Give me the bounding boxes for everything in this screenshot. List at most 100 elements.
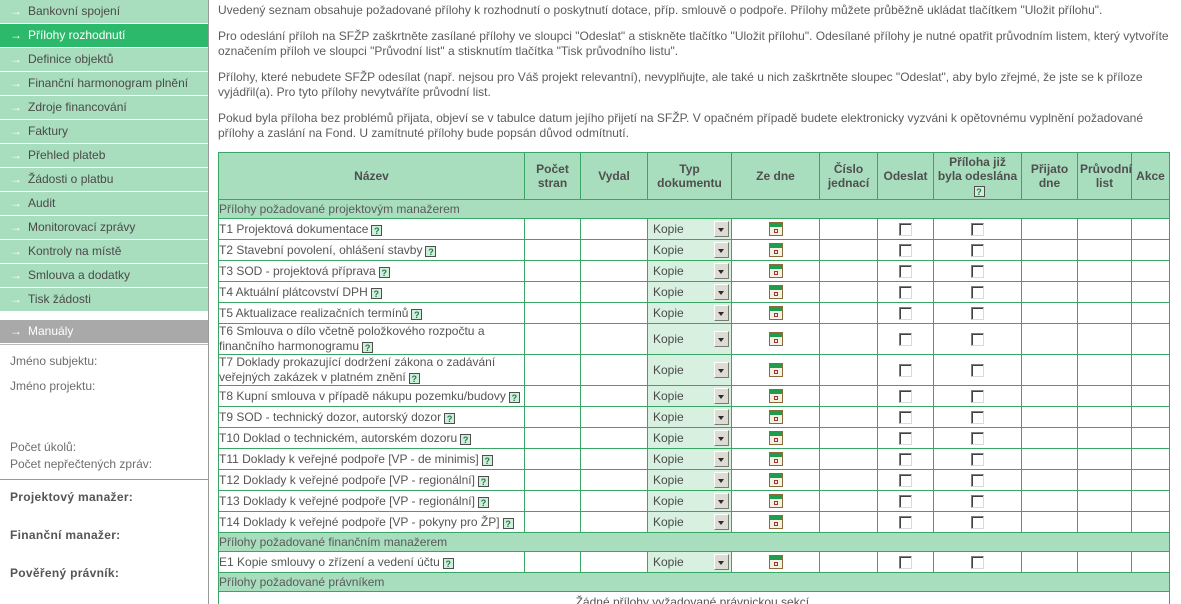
help-icon[interactable]: ? [370,287,382,299]
already-sent-checkbox[interactable] [971,364,984,378]
cell-cover-letter[interactable] [1077,354,1132,386]
cell-accepted-date[interactable] [1021,302,1078,324]
cell-accepted-date[interactable] [1021,281,1078,303]
calendar-icon[interactable] [768,473,783,488]
cell-cover-letter[interactable] [1077,281,1132,303]
cell-actions[interactable] [1131,354,1170,386]
cell-accepted-date[interactable] [1021,354,1078,386]
send-checkbox[interactable] [899,333,912,347]
send-checkbox[interactable] [899,223,912,237]
chevron-down-icon[interactable] [714,331,729,347]
cell-accepted-date[interactable] [1021,239,1078,261]
document-type-select[interactable]: Kopie [650,330,729,348]
already-sent-checkbox[interactable] [971,495,984,509]
cell-actions[interactable] [1131,469,1170,491]
cell-page-count[interactable] [524,218,581,240]
document-type-select[interactable]: Kopie [650,429,729,447]
cell-issuer[interactable] [580,323,648,355]
cell-page-count[interactable] [524,385,581,407]
cell-accepted-date[interactable] [1021,385,1078,407]
cell-reference-number[interactable] [819,406,878,428]
sidebar-item-audit[interactable]: → Audit [0,192,208,215]
sidebar-item-financni-harmonogram-plneni[interactable]: → Finanční harmonogram plnění [0,72,208,95]
cell-cover-letter[interactable] [1077,469,1132,491]
cell-cover-letter[interactable] [1077,302,1132,324]
document-type-select[interactable]: Kopie [650,408,729,426]
cell-issuer[interactable] [580,511,648,533]
calendar-icon[interactable] [768,264,783,279]
cell-issuer[interactable] [580,354,648,386]
sidebar-item-zadosti-o-platbu[interactable]: → Žádosti o platbu [0,168,208,191]
calendar-icon[interactable] [768,306,783,321]
calendar-icon[interactable] [768,410,783,425]
help-icon[interactable]: ? [411,308,423,320]
calendar-icon[interactable] [768,431,783,446]
document-type-select[interactable]: Kopie [650,361,729,379]
already-sent-checkbox[interactable] [971,390,984,404]
cell-reference-number[interactable] [819,239,878,261]
cell-actions[interactable] [1131,551,1170,573]
cell-reference-number[interactable] [819,302,878,324]
sidebar-item-definice-objektu[interactable]: → Definice objektů [0,48,208,71]
sidebar-item-prilohy-rozhodnuti[interactable]: → Přílohy rozhodnutí [0,24,208,47]
cell-reference-number[interactable] [819,490,878,512]
calendar-icon[interactable] [768,222,783,237]
already-sent-checkbox[interactable] [971,556,984,570]
cell-page-count[interactable] [524,354,581,386]
send-checkbox[interactable] [899,495,912,509]
cell-page-count[interactable] [524,427,581,449]
cell-page-count[interactable] [524,490,581,512]
cell-accepted-date[interactable] [1021,218,1078,240]
already-sent-checkbox[interactable] [971,286,984,300]
chevron-down-icon[interactable] [714,388,729,404]
send-checkbox[interactable] [899,244,912,258]
help-icon[interactable]: ? [460,433,472,445]
cell-reference-number[interactable] [819,448,878,470]
cell-reference-number[interactable] [819,354,878,386]
chevron-down-icon[interactable] [714,409,729,425]
sidebar-item-faktury[interactable]: → Faktury [0,120,208,143]
help-icon[interactable]: ? [442,557,454,569]
calendar-icon[interactable] [768,452,783,467]
cell-cover-letter[interactable] [1077,511,1132,533]
sidebar-item-monitorovaci-zpravy[interactable]: → Monitorovací zprávy [0,216,208,239]
calendar-icon[interactable] [768,389,783,404]
cell-actions[interactable] [1131,511,1170,533]
cell-actions[interactable] [1131,218,1170,240]
document-type-select[interactable]: Kopie [650,471,729,489]
cell-reference-number[interactable] [819,427,878,449]
cell-page-count[interactable] [524,511,581,533]
document-type-select[interactable]: Kopie [650,513,729,531]
cell-page-count[interactable] [524,239,581,261]
cell-accepted-date[interactable] [1021,511,1078,533]
chevron-down-icon[interactable] [714,263,729,279]
cell-issuer[interactable] [580,302,648,324]
cell-page-count[interactable] [524,302,581,324]
chevron-down-icon[interactable] [714,514,729,530]
cell-actions[interactable] [1131,490,1170,512]
cell-actions[interactable] [1131,427,1170,449]
cell-page-count[interactable] [524,469,581,491]
cell-issuer[interactable] [580,490,648,512]
cell-accepted-date[interactable] [1021,427,1078,449]
chevron-down-icon[interactable] [714,362,729,378]
cell-issuer[interactable] [580,239,648,261]
cell-accepted-date[interactable] [1021,448,1078,470]
document-type-select[interactable]: Kopie [650,241,729,259]
cell-issuer[interactable] [580,551,648,573]
sidebar-item-bankovni-spojeni[interactable]: → Bankovní spojení [0,0,208,23]
chevron-down-icon[interactable] [714,472,729,488]
cell-cover-letter[interactable] [1077,260,1132,282]
help-icon[interactable]: ? [425,245,437,257]
cell-accepted-date[interactable] [1021,490,1078,512]
cell-issuer[interactable] [580,469,648,491]
help-icon[interactable]: ? [371,224,383,236]
calendar-icon[interactable] [768,285,783,300]
cell-cover-letter[interactable] [1077,218,1132,240]
already-sent-checkbox[interactable] [971,453,984,467]
already-sent-checkbox[interactable] [971,244,984,258]
document-type-select[interactable]: Kopie [650,304,729,322]
help-icon[interactable]: ? [477,496,489,508]
document-type-select[interactable]: Kopie [650,492,729,510]
sidebar-item-kontroly-na-miste[interactable]: → Kontroly na místě [0,240,208,263]
